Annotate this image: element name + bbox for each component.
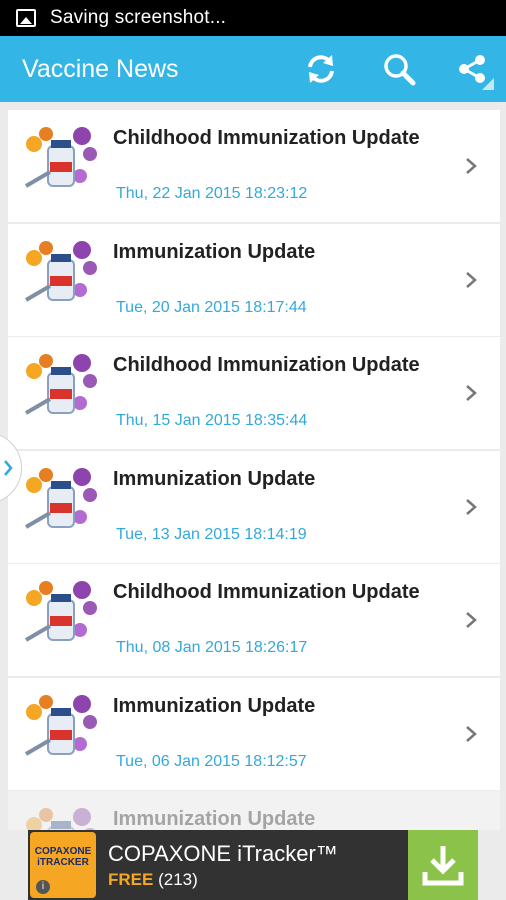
list-item[interactable]: Immunization Update Tue, 13 Jan 2015 18:… — [8, 450, 500, 563]
chevron-right-icon — [466, 612, 477, 628]
refresh-icon — [308, 55, 334, 83]
ad-rating-count: (213) — [158, 869, 198, 889]
ad-banner[interactable]: COPAXONE iTRACKER i COPAXONE iTracker™ F… — [28, 830, 478, 900]
vaccine-icon — [26, 808, 95, 830]
chevron-right-icon — [466, 498, 477, 515]
download-icon — [422, 846, 464, 886]
info-icon[interactable]: i — [36, 880, 50, 894]
ad-app-logo: COPAXONE iTRACKER i — [30, 832, 96, 898]
item-date: Tue, 06 Jan 2015 18:12:57 — [116, 752, 307, 770]
chevron-right-icon — [466, 385, 477, 401]
app-title: Vaccine News — [22, 54, 179, 83]
ad-free-label: FREE — [108, 869, 154, 889]
item-date: Thu, 08 Jan 2015 18:26:17 — [116, 639, 308, 656]
item-title: Immunization Update — [113, 467, 316, 490]
list-item[interactable]: Immunization Update — [8, 791, 500, 830]
list-item[interactable]: Childhood Immunization Update Thu, 15 Ja… — [8, 337, 500, 449]
list-item[interactable]: Immunization Update Tue, 06 Jan 2015 18:… — [8, 677, 500, 790]
item-title: Immunization Update — [113, 694, 316, 717]
vaccine-icon — [24, 694, 97, 756]
share-button[interactable] — [438, 36, 506, 102]
item-date: Tue, 13 Jan 2015 18:14:19 — [116, 525, 307, 543]
item-title: Childhood Immunization Update — [113, 354, 420, 376]
vaccine-icon — [24, 581, 97, 642]
item-date: Thu, 22 Jan 2015 18:23:12 — [116, 185, 308, 202]
search-button[interactable] — [360, 36, 438, 102]
app-bar: Vaccine News — [0, 36, 506, 102]
item-title: Childhood Immunization Update — [113, 581, 420, 603]
vaccine-icon — [24, 467, 97, 529]
item-title: Immunization Update — [113, 240, 316, 263]
refresh-button[interactable] — [282, 36, 360, 102]
share-icon — [459, 55, 485, 83]
image-icon — [16, 9, 36, 27]
vaccine-icon — [24, 240, 97, 302]
list-item[interactable]: Immunization Update Tue, 20 Jan 2015 18:… — [8, 223, 500, 336]
list-item[interactable]: Childhood Immunization Update Thu, 22 Ja… — [8, 110, 500, 222]
item-title: Immunization Update — [113, 808, 316, 830]
item-date: Thu, 15 Jan 2015 18:35:44 — [116, 412, 308, 429]
list-item[interactable]: Childhood Immunization Update Thu, 08 Ja… — [8, 564, 500, 676]
chevron-right-icon — [4, 460, 13, 476]
chevron-right-icon — [466, 725, 477, 742]
download-button[interactable] — [408, 830, 478, 900]
ad-logo-text: COPAXONE iTRACKER — [34, 846, 92, 868]
ad-price: FREE (213) — [108, 870, 408, 890]
news-list: Childhood Immunization Update Thu, 22 Ja… — [8, 110, 500, 830]
item-title: Childhood Immunization Update — [113, 127, 420, 149]
vaccine-icon — [24, 354, 97, 415]
chevron-right-icon — [466, 271, 477, 288]
vaccine-icon — [24, 127, 97, 188]
chevron-right-icon — [466, 158, 477, 174]
item-date: Tue, 20 Jan 2015 18:17:44 — [116, 298, 307, 316]
status-bar: Saving screenshot... — [0, 0, 506, 36]
ad-title: COPAXONE iTracker™ — [108, 840, 338, 866]
status-text: Saving screenshot... — [50, 7, 227, 28]
search-icon — [384, 54, 416, 86]
